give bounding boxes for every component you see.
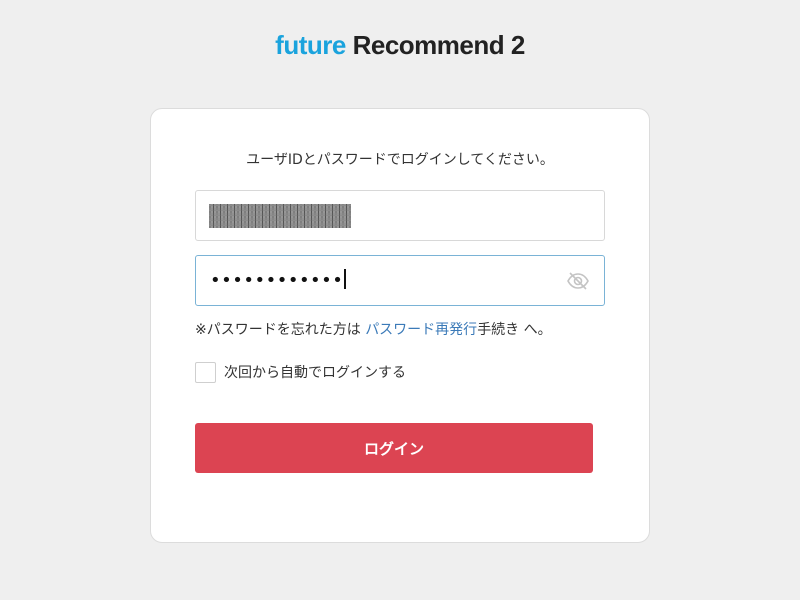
logo-part-future: future — [275, 30, 346, 60]
forgot-password-note: ※パスワードを忘れた方は パスワード再発行手続き へ。 — [195, 322, 552, 338]
auto-login-label: 次回から自動でログインする — [224, 365, 406, 381]
login-card: ユーザIDとパスワードでログインしてください。 •••••••••••• ※パス… — [150, 108, 650, 543]
eye-slash-icon[interactable] — [566, 270, 590, 292]
auto-login-option[interactable]: 次回から自動でログインする — [195, 361, 406, 383]
logo-part-recommend: Recommend 2 — [352, 30, 526, 60]
auto-login-checkbox[interactable] — [195, 361, 216, 383]
user-id-field[interactable] — [195, 190, 605, 241]
user-id-value-redacted — [209, 204, 351, 228]
login-button[interactable]: ログイン — [195, 423, 593, 473]
text-caret — [344, 269, 347, 289]
login-instruction: ユーザIDとパスワードでログインしてください。 — [246, 152, 554, 168]
password-field[interactable]: •••••••••••• — [195, 255, 605, 306]
password-value: •••••••••••• — [210, 269, 347, 293]
app-logo: future Recommend 2 — [0, 30, 800, 61]
password-reset-link[interactable]: パスワード再発行 — [365, 322, 477, 338]
